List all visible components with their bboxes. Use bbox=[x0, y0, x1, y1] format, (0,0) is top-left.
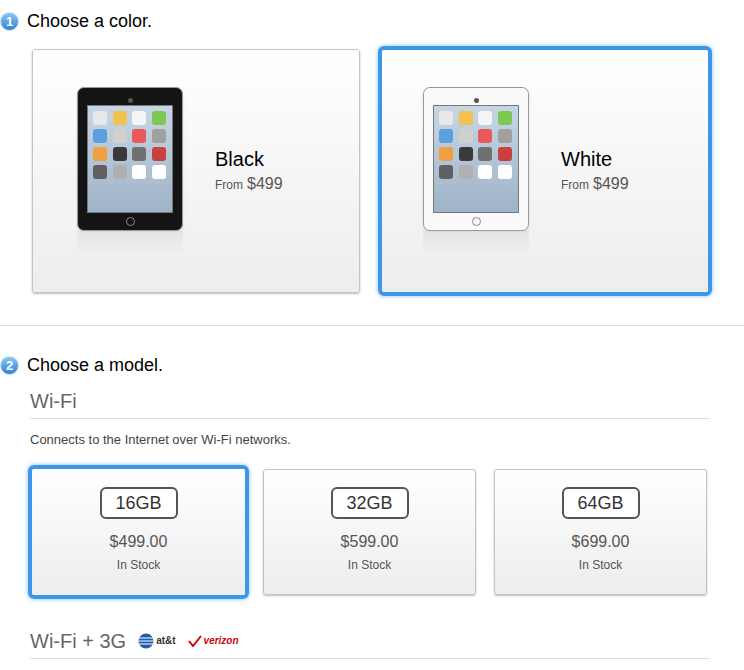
color-option-card[interactable]: BlackFrom$499 bbox=[29, 46, 363, 296]
checkmark-icon bbox=[188, 635, 202, 647]
color-name: Black bbox=[215, 146, 283, 172]
model-section: Wi-Fi + 3G at&t verizon bbox=[0, 629, 744, 659]
capacity-label: 64GB bbox=[562, 487, 640, 519]
model-option-card[interactable]: 64GB $699.00 In Stock bbox=[490, 465, 711, 599]
color-option-info: WhiteFrom$499 bbox=[561, 146, 629, 196]
section-description: Connects to the Internet over Wi-Fi netw… bbox=[30, 432, 744, 448]
model-price: $699.00 bbox=[572, 532, 630, 552]
step-header: 1 Choose a color. bbox=[0, 10, 744, 32]
availability: In Stock bbox=[117, 558, 160, 572]
step-title: Choose a model. bbox=[27, 354, 163, 376]
carrier-logo: verizon bbox=[188, 635, 239, 647]
color-option-card[interactable]: WhiteFrom$499 bbox=[378, 46, 712, 296]
color-name: White bbox=[561, 146, 629, 172]
color-price: From$499 bbox=[561, 172, 629, 196]
availability: In Stock bbox=[348, 558, 391, 572]
ipad-store-page: 1Choose a color.BlackFrom$499WhiteFrom$4… bbox=[0, 0, 744, 670]
model-price: $599.00 bbox=[341, 532, 399, 552]
section-title: Wi-Fi bbox=[30, 389, 77, 413]
divider bbox=[0, 325, 744, 326]
step-number-icon: 1 bbox=[0, 12, 19, 31]
color-options: BlackFrom$499WhiteFrom$499 bbox=[29, 46, 744, 296]
globe-icon bbox=[138, 633, 154, 649]
color-price: From$499 bbox=[215, 172, 283, 196]
color-option-info: BlackFrom$499 bbox=[215, 146, 283, 196]
model-price: $499.00 bbox=[110, 532, 168, 552]
model-option-card[interactable]: 32GB $599.00 In Stock bbox=[259, 465, 480, 599]
model-option-card[interactable]: 16GB $499.00 In Stock bbox=[28, 465, 249, 599]
step-header: 2 Choose a model. bbox=[0, 354, 744, 376]
ipad-icon bbox=[77, 87, 183, 255]
carrier-logo: at&t bbox=[138, 633, 175, 649]
model-options: 16GB$499.00In Stock32GB$599.00In Stock64… bbox=[28, 465, 744, 599]
model-section: Wi-Fi Connects to the Internet over Wi-Fi… bbox=[0, 389, 744, 616]
capacity-label: 32GB bbox=[331, 487, 409, 519]
section-title: Wi-Fi + 3G bbox=[30, 629, 126, 653]
step-title: Choose a color. bbox=[27, 10, 152, 32]
capacity-label: 16GB bbox=[100, 487, 178, 519]
availability: In Stock bbox=[579, 558, 622, 572]
step-number-icon: 2 bbox=[0, 356, 19, 375]
ipad-icon bbox=[423, 87, 529, 255]
